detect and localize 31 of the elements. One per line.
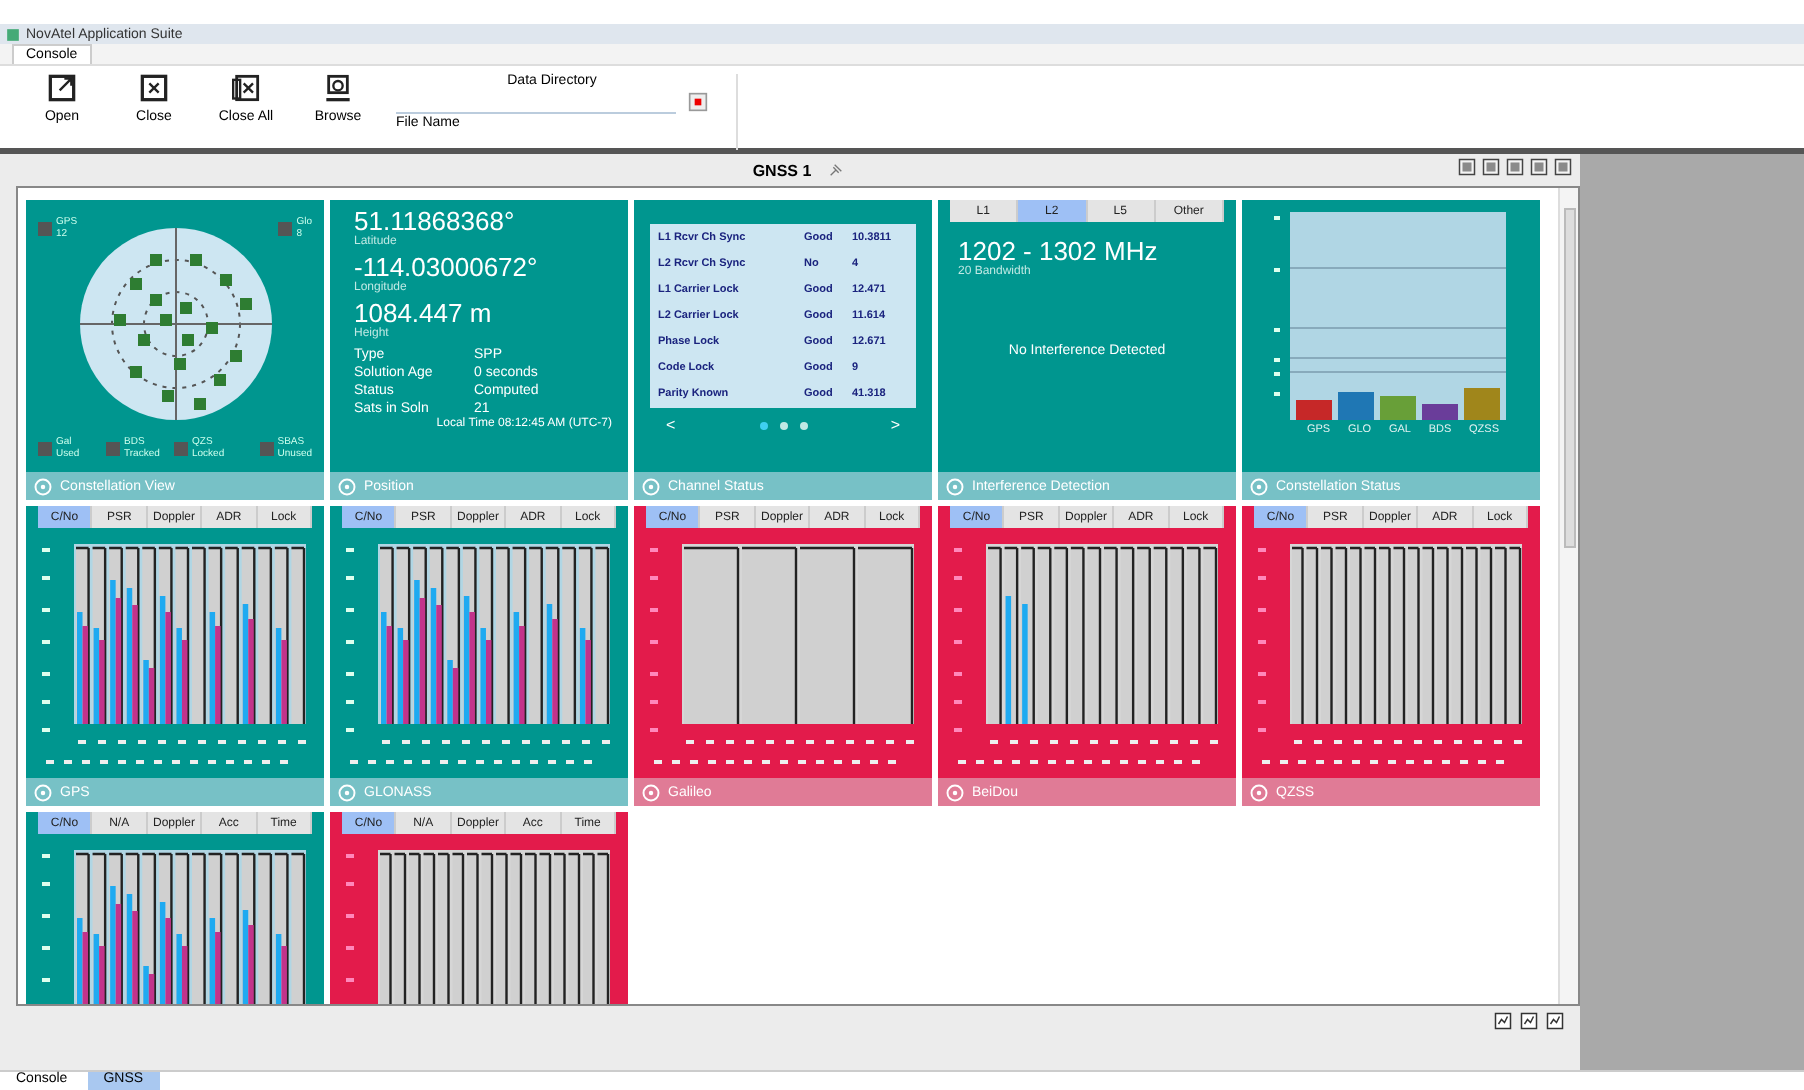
record-icon[interactable] [688,92,708,112]
signal-bar [1022,604,1028,724]
next-link[interactable]: > [890,416,900,434]
close-all-icon [232,74,260,102]
satellite-marker-icon [174,441,188,455]
satellite-marker-icon [38,441,52,455]
scrollbar-thumb[interactable] [1563,208,1575,548]
satellite-marker-icon [259,441,274,455]
latitude-value: 51.11868368° [354,208,517,236]
bar [1380,396,1416,420]
page-dot[interactable] [759,422,767,430]
satellite-marker-icon [278,221,293,235]
bar [1296,400,1332,420]
page-dot[interactable] [779,422,787,430]
previous-link[interactable]: < [666,416,676,434]
satellite-marker-icon [38,221,52,235]
document-title: GNSS 1 [752,161,812,179]
app-icon [6,27,20,41]
page-dot[interactable] [799,422,807,430]
longitude-value: -114.03000672° [354,254,540,282]
bar [1422,404,1458,420]
open-icon [48,74,76,102]
chart-icon[interactable] [1520,1011,1538,1029]
satellite-marker-icon [106,441,120,455]
frequency-range: 1202 - 1302 MHz [958,238,1160,266]
pin-icon[interactable] [827,162,844,178]
browse-icon [324,74,352,102]
signal-bar [1005,596,1012,724]
bar [1464,388,1500,420]
height-value: 1084.447 m [354,300,494,328]
bar [1338,392,1374,420]
